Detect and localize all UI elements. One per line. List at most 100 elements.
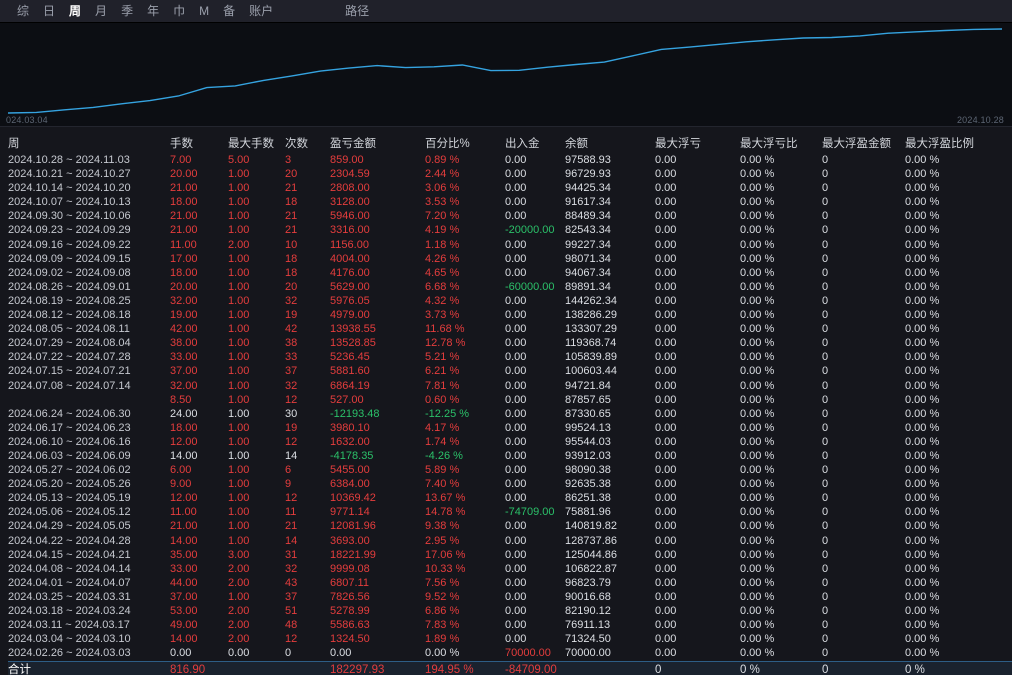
menu-item-3[interactable]: 周 [62, 0, 88, 22]
table-row[interactable]: 2024.05.06 ~ 2024.05.12 11.00 1.00 11 9771.1… [8, 505, 1012, 519]
cell-lots: 9.00 [170, 478, 192, 491]
cell-pct: 1.89 % [425, 633, 460, 646]
menu-item-8[interactable]: M [192, 0, 216, 22]
menu-item-9[interactable]: 备 [216, 0, 242, 22]
table-row[interactable]: 2024.08.19 ~ 2024.08.25 32.00 1.00 32 5976.0… [8, 294, 1012, 308]
table-row[interactable]: 2024.06.10 ~ 2024.06.16 12.00 1.00 12 1632.0… [8, 435, 1012, 449]
table-row[interactable]: 2024.03.11 ~ 2024.03.17 49.00 2.00 48 5586.6… [8, 618, 1012, 632]
table-row[interactable]: 2024.09.09 ~ 2024.09.15 17.00 1.00 18 4004.0… [8, 252, 1012, 266]
cell-max-float-profit-pct: 0.00 % [905, 421, 940, 434]
column-header-5[interactable]: 盈亏金额 [330, 135, 425, 151]
cell-max-float-loss: 0.00 [655, 619, 677, 632]
cell-balance: 82190.12 [565, 605, 611, 617]
table-row[interactable]: 2024.07.29 ~ 2024.08.04 38.00 1.00 38 13528.… [8, 336, 1012, 350]
table-row[interactable]: 8.50 1.00 12 527.00 0.60 % 0.00 87857.65 0.00 0.… [8, 393, 1012, 407]
column-header-12[interactable]: 最大浮盈比例 [905, 135, 1012, 151]
cell-max-float-loss: 0.00 [655, 224, 677, 237]
cell-lots: 11.00 [170, 506, 197, 519]
table-row[interactable]: 2024.08.05 ~ 2024.08.11 42.00 1.00 42 13938.… [8, 322, 1012, 336]
cell-pnl: 4979.00 [330, 309, 370, 322]
menu-item-4[interactable]: 月 [88, 0, 114, 22]
table-row[interactable]: 2024.06.03 ~ 2024.06.09 14.00 1.00 14 -4178.… [8, 449, 1012, 463]
table-row[interactable]: 2024.04.01 ~ 2024.04.07 44.00 2.00 43 6807.1… [8, 576, 1012, 590]
cell-max-float-loss-pct: 0.00 % [740, 520, 775, 533]
column-header-2[interactable]: 手数 [170, 135, 228, 151]
table-row[interactable]: 2024.07.22 ~ 2024.07.28 33.00 1.00 33 5236.4… [8, 350, 1012, 364]
cell-pnl: 5881.60 [330, 365, 370, 378]
menu-item-6[interactable]: 年 [140, 0, 166, 22]
cell-max-float-profit: 0 [822, 647, 829, 660]
cell-balance: 105839.89 [565, 351, 617, 364]
table-row[interactable]: 2024.10.21 ~ 2024.10.27 20.00 1.00 20 2304.5… [8, 167, 1012, 181]
cell-times: 14 [285, 534, 298, 547]
table-row[interactable]: 2024.03.04 ~ 2024.03.10 14.00 2.00 12 1324.5… [8, 632, 1012, 646]
cell-balance: 91617.34 [565, 196, 611, 209]
column-header-3[interactable]: 最大手数 [228, 135, 285, 151]
table-row[interactable]: 2024.10.07 ~ 2024.10.13 18.00 1.00 18 3128.0… [8, 195, 1012, 209]
table-row[interactable]: 2024.03.25 ~ 2024.03.31 37.00 1.00 37 7826.5… [8, 590, 1012, 604]
table-row[interactable]: 2024.07.15 ~ 2024.07.21 37.00 1.00 37 5881.6… [8, 364, 1012, 378]
table-row[interactable]: 2024.10.14 ~ 2024.10.20 21.00 1.00 21 2808.0… [8, 181, 1012, 195]
cell-pct: 1.18 % [425, 238, 460, 251]
cell-max-float-loss-pct: 0.00 % [740, 182, 775, 195]
table-row[interactable]: 2024.10.28 ~ 2024.11.03 7.00 5.00 3 859.00 0.… [8, 153, 1012, 167]
column-header-9[interactable]: 最大浮亏 [655, 135, 740, 151]
table-row[interactable]: 2024.03.18 ~ 2024.03.24 53.00 2.00 51 5278.9… [8, 604, 1012, 618]
table-row[interactable]: 2024.06.24 ~ 2024.06.30 24.00 1.00 30 -12193… [8, 407, 1012, 421]
cell-max-float-loss: 0.00 [655, 647, 677, 660]
cell-cash-flow: 0.00 [505, 619, 527, 632]
cell-times: 21 [285, 520, 298, 533]
table-row[interactable]: 2024.02.26 ~ 2024.03.03 0.00 0.00 0 0.00 0.00… [8, 646, 1012, 660]
cell-times: 48 [285, 619, 298, 632]
menu-item-11[interactable]: 路径 [338, 0, 376, 22]
table-row[interactable]: 2024.09.16 ~ 2024.09.22 11.00 2.00 10 1156.0… [8, 238, 1012, 252]
cell-pct: 4.19 % [425, 224, 460, 237]
menu-item-2[interactable]: 日 [36, 0, 62, 22]
cell-balance: 99227.34 [565, 238, 611, 251]
menu-item-5[interactable]: 季 [114, 0, 140, 22]
table-row[interactable]: 2024.06.17 ~ 2024.06.23 18.00 1.00 19 3980.1… [8, 421, 1012, 435]
column-header-8[interactable]: 余额 [565, 135, 655, 151]
cell-max-lots: 1.00 [228, 464, 250, 477]
cell-max-lots: 0.00 [228, 647, 250, 660]
menu-item-10[interactable]: 账户 [242, 0, 280, 22]
column-header-11[interactable]: 最大浮盈金额 [822, 135, 905, 151]
cell-pct: 194.95 % [425, 664, 474, 675]
cell-pnl: 18221.99 [330, 548, 376, 561]
cell-pct: 4.26 % [425, 252, 460, 265]
table-row[interactable]: 2024.08.12 ~ 2024.08.18 19.00 1.00 19 4979.0… [8, 308, 1012, 322]
cell-pnl: 2304.59 [330, 168, 370, 181]
cell-max-float-loss: 0.00 [655, 323, 677, 336]
table-row[interactable]: 2024.05.13 ~ 2024.05.19 12.00 1.00 12 10369.… [8, 491, 1012, 505]
table-row[interactable]: 2024.08.26 ~ 2024.09.01 20.00 1.00 20 5629.0… [8, 280, 1012, 294]
cell-lots: 14.00 [170, 534, 198, 547]
cell-max-float-profit-pct: 0.00 % [905, 280, 940, 293]
cell-max-float-loss-pct: 0.00 % [740, 294, 775, 307]
cell-max-float-loss: 0.00 [655, 365, 677, 378]
table-row[interactable]: 2024.04.08 ~ 2024.04.14 33.00 2.00 32 9999.0… [8, 562, 1012, 576]
table-row[interactable]: 2024.09.30 ~ 2024.10.06 21.00 1.00 21 5946.0… [8, 209, 1012, 223]
column-header-4[interactable]: 次数 [285, 135, 330, 151]
cell-max-lots: 1.00 [228, 590, 250, 603]
cell-times: 6 [285, 464, 292, 477]
column-header-7[interactable]: 出入金 [505, 135, 565, 151]
table-row[interactable]: 2024.04.22 ~ 2024.04.28 14.00 1.00 14 3693.0… [8, 534, 1012, 548]
cell-max-float-profit: 0 [822, 506, 829, 519]
cell-lots: 21.00 [170, 224, 198, 237]
table-row[interactable]: 2024.04.15 ~ 2024.04.21 35.00 3.00 31 18221.… [8, 548, 1012, 562]
cell-times: 32 [285, 562, 298, 575]
table-row[interactable]: 2024.05.27 ~ 2024.06.02 6.00 1.00 6 5455.00 5… [8, 463, 1012, 477]
cell-balance: 95544.03 [565, 435, 611, 448]
menu-item-7[interactable]: 巾 [166, 0, 192, 22]
table-row[interactable]: 2024.09.02 ~ 2024.09.08 18.00 1.00 18 4176.0… [8, 266, 1012, 280]
table-row[interactable]: 2024.05.20 ~ 2024.05.26 9.00 1.00 9 6384.00 7… [8, 477, 1012, 491]
column-header-10[interactable]: 最大浮亏比 [740, 135, 822, 151]
table-row[interactable]: 2024.09.23 ~ 2024.09.29 21.00 1.00 21 3316.0… [8, 223, 1012, 237]
cell-max-float-profit-pct: 0.00 % [905, 605, 940, 617]
column-header-1[interactable]: 周 [8, 135, 170, 151]
menu-item-1[interactable]: 综 [10, 0, 36, 22]
total-row[interactable]: 合计 816.90 182297.93 194.95 % -84709.00 0 0 % 0 0… [8, 661, 1012, 675]
column-header-6[interactable]: 百分比% [425, 135, 505, 151]
table-row[interactable]: 2024.04.29 ~ 2024.05.05 21.00 1.00 21 12081.… [8, 519, 1012, 533]
table-row[interactable]: 2024.07.08 ~ 2024.07.14 32.00 1.00 32 6864.1… [8, 379, 1012, 393]
